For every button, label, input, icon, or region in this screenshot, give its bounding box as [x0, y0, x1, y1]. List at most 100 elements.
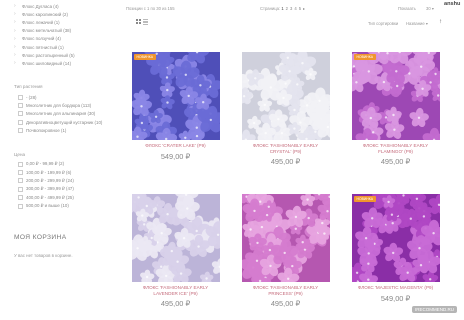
category-label: Флокс пятнистый (1) [22, 44, 64, 50]
product-name[interactable]: ФЛОКС 'FASHIONABLY EARLY PRINCESS' (P9) [237, 285, 334, 296]
plant-type-option[interactable]: Декоративноцветущий кустарник (10) [18, 118, 102, 126]
checkbox[interactable] [18, 128, 23, 134]
checkbox[interactable] [18, 161, 23, 167]
grid-view-icon[interactable] [136, 19, 141, 25]
category-item[interactable]: › Флокс шиловидный (14) [14, 59, 122, 67]
category-list: › Флокс Дугласа (4) › Флокс каролинский (2… [14, 2, 122, 68]
cart-empty-text: У вас нет товаров в корзине. [14, 253, 73, 258]
category-label: Флокс ползучий (4) [22, 36, 61, 42]
category-item[interactable]: › Флокс ползучий (4) [14, 35, 122, 43]
chevron-right-icon: › [14, 60, 16, 67]
product-name[interactable]: ФЛОКС 'MAJESTIC MAGENTA' (P9) [347, 285, 444, 291]
option-label: - (28) [26, 94, 37, 100]
product-price: 549,00 ₽ [160, 151, 191, 161]
sort-label: Тип сортировки [368, 21, 399, 26]
flower-image [131, 52, 220, 140]
page-link[interactable]: 2 [286, 6, 288, 11]
checkbox[interactable] [18, 170, 23, 176]
product-name[interactable]: ФЛОКС 'FASHIONABLY EARLY CRYSTAL' (P9) [237, 143, 334, 154]
price-filter-list: 0,00 ₽ - 99,99 ₽ (2) 100,00 ₽ - 199,99 ₽… [18, 160, 74, 210]
category-label: Флокс метельчатый (38) [22, 28, 72, 34]
category-item[interactable]: › Флокс пятнистый (1) [14, 43, 122, 51]
plant-type-title: Тип растения [14, 84, 43, 89]
price-option[interactable]: 200,00 ₽ - 299,99 ₽ (24) [18, 177, 74, 185]
checkbox[interactable] [18, 119, 23, 125]
product-price: 495,00 ₽ [270, 157, 301, 167]
watermark: IRECOMMEND.RU [412, 306, 457, 313]
product-photo[interactable]: НОВИНКА [351, 194, 440, 282]
option-label: 300,00 ₽ - 399,99 ₽ (47) [26, 186, 74, 192]
product-photo[interactable] [131, 194, 220, 282]
view-mode [136, 19, 148, 25]
page-link[interactable]: 3 [290, 6, 292, 11]
option-label: 100,00 ₽ - 199,99 ₽ (6) [26, 169, 72, 175]
plant-type-option[interactable]: - (28) [18, 93, 102, 101]
price-filter-title: Цена [14, 152, 26, 157]
chevron-down-icon: ▾ [425, 21, 428, 26]
chevron-right-icon: › [14, 44, 16, 51]
price-option[interactable]: 300,00 ₽ - 399,99 ₽ (47) [18, 185, 74, 193]
flower-image [241, 194, 330, 282]
checkbox[interactable] [18, 186, 23, 192]
product-price: 495,00 ₽ [270, 299, 301, 309]
checkbox[interactable] [18, 111, 23, 117]
next-page-icon[interactable]: ▸ [303, 6, 305, 11]
price-option[interactable]: 500,00 ₽ и выше (10) [18, 202, 74, 210]
plant-type-list: - (28) Многолетник для бордюра (113) Мно… [18, 93, 102, 135]
flower-image [131, 194, 220, 282]
page-link[interactable]: 4 [294, 6, 296, 11]
product-photo[interactable]: НОВИНКА [131, 52, 220, 140]
chevron-right-icon: › [14, 19, 16, 26]
flower-image [241, 52, 330, 140]
plant-type-option[interactable]: Многолетник для бордюра (113) [18, 101, 102, 109]
category-item[interactable]: › Флокс каролинский (2) [14, 10, 122, 18]
plant-type-option[interactable]: Многолетник для альпинария (30) [18, 110, 102, 118]
product-name[interactable]: ФЛОКС 'FASHIONABLY EARLY LAVENDER ICE' (… [127, 285, 224, 296]
product-card[interactable]: НОВИНКА ФЛОКС 'MAJESTIC MAGENTA' (P9) 549,… [347, 194, 444, 303]
pager-label: Страница: [260, 6, 281, 11]
price-option[interactable]: 400,00 ₽ - 499,99 ₽ (25) [18, 194, 74, 202]
option-label: 500,00 ₽ и выше (10) [26, 203, 69, 209]
toolbar: Позиции с 1 по 30 из 155 Страница: 12345… [126, 4, 456, 14]
option-label: Многолетник для альпинария (30) [26, 111, 96, 117]
product-photo[interactable]: НОВИНКА [351, 52, 440, 140]
product-price: 549,00 ₽ [380, 293, 411, 303]
list-view-icon[interactable] [143, 19, 148, 25]
plant-type-option[interactable]: Почвопокровное (1) [18, 127, 102, 135]
product-name[interactable]: ФЛОКС 'CRATER LAKE' (P9) [127, 143, 224, 149]
product-photo[interactable] [241, 194, 330, 282]
product-card[interactable]: ФЛОКС 'FASHIONABLY EARLY LAVENDER ICE' (… [127, 194, 224, 308]
checkbox[interactable] [18, 195, 23, 201]
category-item[interactable]: › Флокс лежачий (1) [14, 18, 122, 26]
price-option[interactable]: 100,00 ₽ - 199,99 ₽ (6) [18, 168, 74, 176]
checkbox[interactable] [18, 178, 23, 184]
chevron-right-icon: › [14, 3, 16, 10]
sort-direction-icon[interactable]: ↑ [439, 19, 442, 25]
option-label: Декоративноцветущий кустарник (10) [26, 119, 103, 125]
page-link[interactable]: 5 [299, 6, 301, 11]
category-item[interactable]: › Флокс метельчатый (38) [14, 27, 122, 35]
sort-value: Название [406, 21, 425, 26]
product-card[interactable]: НОВИНКА ФЛОКС 'FASHIONABLY EARLY FLAMINGO… [347, 52, 444, 166]
checkbox[interactable] [18, 203, 23, 209]
checkbox[interactable] [18, 94, 23, 100]
product-photo[interactable] [241, 52, 330, 140]
product-card[interactable]: ФЛОКС 'FASHIONABLY EARLY PRINCESS' (P9) 4… [237, 194, 334, 308]
new-badge: НОВИНКА [133, 54, 156, 60]
show-label: Показать [398, 6, 416, 11]
product-card[interactable]: НОВИНКА ФЛОКС 'CRATER LAKE' (P9) 549,00 ₽ [127, 52, 224, 161]
product-name[interactable]: ФЛОКС 'FASHIONABLY EARLY FLAMINGO' (P9) [347, 143, 444, 154]
items-count: Позиции с 1 по 30 из 155 [126, 6, 175, 11]
checkbox[interactable] [18, 103, 23, 109]
product-card[interactable]: ФЛОКС 'FASHIONABLY EARLY CRYSTAL' (P9) 49… [237, 52, 334, 166]
category-item[interactable]: › Флокс растопыренный (5) [14, 51, 122, 59]
category-label: Флокс растопыренный (5) [22, 52, 75, 58]
show-select[interactable]: 30 ▾ [426, 6, 434, 11]
sort-select[interactable]: Название ▾ [406, 21, 428, 26]
page-link[interactable]: 1 [281, 6, 283, 11]
category-item[interactable]: › Флокс Дугласа (4) [14, 2, 122, 10]
option-label: Многолетник для бордюра (113) [26, 103, 92, 109]
price-option[interactable]: 0,00 ₽ - 99,99 ₽ (2) [18, 160, 74, 168]
new-badge: НОВИНКА [353, 54, 376, 60]
cart-title: МОЯ КОРЗИНА [14, 234, 67, 241]
